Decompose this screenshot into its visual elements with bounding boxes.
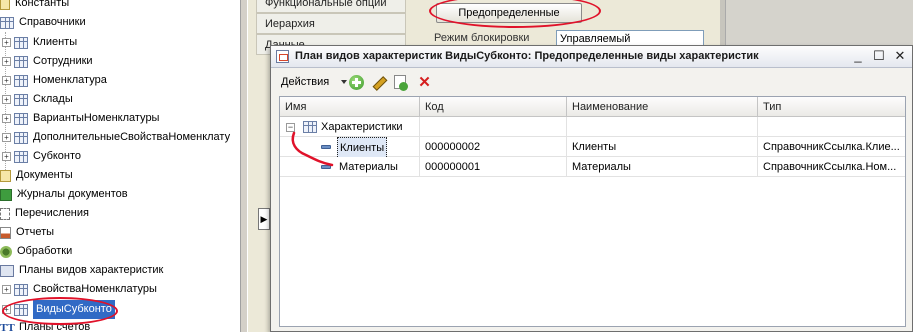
expand-icon[interactable]: + bbox=[2, 114, 11, 123]
tree-item-label: Клиенты bbox=[33, 36, 78, 48]
tree-item-clients[interactable]: + Клиенты bbox=[2, 33, 77, 52]
enum-icon bbox=[0, 207, 10, 220]
table-icon bbox=[14, 131, 28, 144]
journal-icon bbox=[0, 188, 12, 201]
configuration-tree: Константы Справочники + Клиенты + Сотруд… bbox=[0, 0, 240, 332]
tree-item-charts-of-characteristics[interactable]: Планы видов характеристик bbox=[0, 261, 163, 280]
predefined-characteristics-window: План видов характеристик ВидыСубконто: П… bbox=[270, 45, 913, 332]
tree-item-label: Перечисления bbox=[15, 207, 89, 219]
tree-item-label: Журналы документов bbox=[17, 188, 128, 200]
tree-item-label: Склады bbox=[33, 93, 73, 105]
tab-hierarchy[interactable]: Иерархия bbox=[256, 13, 406, 34]
chart-of-characteristics-icon bbox=[0, 264, 14, 277]
expand-icon[interactable]: + bbox=[2, 133, 11, 142]
tree-item-nomenclature[interactable]: + Номенклатура bbox=[2, 71, 107, 90]
tree-item-label: ВариантыНоменклатуры bbox=[33, 112, 160, 124]
annotation-oval bbox=[2, 297, 118, 325]
tree-item-additional-properties[interactable]: + ДополнительныеСвойстваНоменклату bbox=[2, 128, 230, 147]
window-toolbar: Действия ✕ bbox=[271, 71, 912, 95]
predefined-table: Имя Код Наименование Тип − Характеристик… bbox=[279, 96, 906, 327]
table-header: Имя Код Наименование Тип bbox=[280, 97, 905, 117]
tree-item-warehouses[interactable]: + Склады bbox=[2, 90, 73, 109]
tree-item-enumerations[interactable]: Перечисления bbox=[0, 204, 89, 223]
delete-icon[interactable]: ✕ bbox=[417, 75, 432, 90]
tree-item-reports[interactable]: Отчеты bbox=[0, 223, 54, 242]
tree-item-data-processors[interactable]: Обработки bbox=[0, 242, 72, 261]
edit-icon[interactable] bbox=[371, 75, 386, 90]
column-header-code[interactable]: Код bbox=[420, 97, 567, 117]
table-icon bbox=[14, 150, 28, 163]
tree-item-subconto[interactable]: + Субконто bbox=[2, 147, 81, 166]
expand-icon[interactable]: + bbox=[2, 38, 11, 47]
tree-item-employees[interactable]: + Сотрудники bbox=[2, 52, 93, 71]
tree-item-documents[interactable]: Документы bbox=[0, 166, 73, 185]
table-row[interactable]: Материалы 000000001 Материалы Справочник… bbox=[280, 157, 905, 177]
window-titlebar[interactable]: План видов характеристик ВидыСубконто: П… bbox=[271, 46, 912, 68]
row-description: Материалы bbox=[567, 157, 758, 177]
row-code: 000000001 bbox=[420, 157, 567, 177]
tree-item-label: Сотрудники bbox=[33, 55, 93, 67]
table-icon bbox=[14, 74, 28, 87]
tree-item-label: Субконто bbox=[33, 150, 82, 162]
row-code-cell bbox=[420, 117, 567, 137]
tree-item-nomenclature-variants[interactable]: + ВариантыНоменклатуры bbox=[2, 109, 159, 128]
window-title: План видов характеристик ВидыСубконто: П… bbox=[295, 50, 759, 62]
expand-icon[interactable]: + bbox=[2, 76, 11, 85]
chevron-down-icon[interactable] bbox=[341, 80, 347, 84]
expand-icon[interactable]: + bbox=[2, 57, 11, 66]
tree-item-nomenclature-properties[interactable]: + СвойстваНоменклатуры bbox=[2, 280, 157, 299]
background-divider bbox=[720, 0, 726, 45]
close-icon[interactable]: ✕ bbox=[892, 49, 908, 65]
column-header-description[interactable]: Наименование bbox=[567, 97, 758, 117]
row-type: СправочникСсылка.Клие... bbox=[763, 141, 900, 153]
table-icon bbox=[14, 112, 28, 125]
annotation-stroke bbox=[291, 131, 334, 167]
report-icon bbox=[0, 226, 11, 239]
column-header-name[interactable]: Имя bbox=[280, 97, 420, 117]
chart-of-characteristics-icon bbox=[276, 50, 289, 63]
expand-icon[interactable]: + bbox=[2, 285, 11, 294]
table-icon bbox=[14, 283, 28, 296]
tree-item-label: Обработки bbox=[17, 245, 73, 257]
row-type-cell bbox=[758, 117, 905, 137]
background-area bbox=[720, 0, 913, 45]
maximize-icon[interactable]: ☐ bbox=[871, 49, 887, 65]
chart-of-accounts-icon: TT bbox=[0, 321, 15, 332]
expand-icon[interactable]: + bbox=[2, 95, 11, 104]
annotation-oval bbox=[429, 0, 601, 28]
column-header-type[interactable]: Тип bbox=[758, 97, 905, 117]
tree-item-document-journals[interactable]: Журналы документов bbox=[0, 185, 128, 204]
table-row[interactable]: Клиенты 000000002 Клиенты СправочникСсыл… bbox=[280, 137, 905, 157]
tree-item-label: ДополнительныеСвойстваНоменклату bbox=[33, 131, 231, 143]
tab-functional-options[interactable]: Функциональные опции bbox=[256, 0, 406, 13]
tree-item-label: Номенклатура bbox=[33, 74, 107, 86]
document-icon bbox=[0, 169, 11, 182]
table-icon bbox=[14, 55, 28, 68]
tree-item-constants[interactable]: Константы bbox=[0, 0, 69, 13]
processing-icon bbox=[0, 245, 12, 258]
expand-icon[interactable]: + bbox=[2, 152, 11, 161]
add-icon[interactable] bbox=[349, 75, 364, 90]
copy-icon[interactable] bbox=[394, 75, 408, 91]
splitter[interactable] bbox=[240, 0, 248, 332]
table-icon bbox=[14, 93, 28, 106]
tree-item-label: Планы видов характеристик bbox=[19, 264, 164, 276]
panel-scroll-arrow-icon[interactable]: ▶ bbox=[258, 208, 270, 230]
lock-mode-label: Режим блокировки bbox=[434, 32, 530, 44]
tree-item-catalogs[interactable]: Справочники bbox=[0, 13, 86, 32]
constants-icon bbox=[0, 0, 10, 10]
minimize-icon[interactable]: _ bbox=[850, 49, 866, 65]
tree-item-label: Документы bbox=[16, 169, 73, 181]
row-type: СправочникСсылка.Ном... bbox=[763, 161, 897, 173]
tree-item-label: Константы bbox=[15, 0, 70, 9]
row-description: Клиенты bbox=[567, 137, 758, 157]
row-code: 000000002 bbox=[420, 137, 567, 157]
actions-menu[interactable]: Действия bbox=[281, 76, 329, 88]
table-icon bbox=[14, 36, 28, 49]
tree-item-label: Отчеты bbox=[16, 226, 55, 238]
catalogs-icon bbox=[0, 16, 14, 29]
row-description-cell bbox=[567, 117, 758, 137]
tree-item-label: Справочники bbox=[19, 16, 86, 28]
table-row-group[interactable]: − Характеристики bbox=[280, 117, 905, 137]
